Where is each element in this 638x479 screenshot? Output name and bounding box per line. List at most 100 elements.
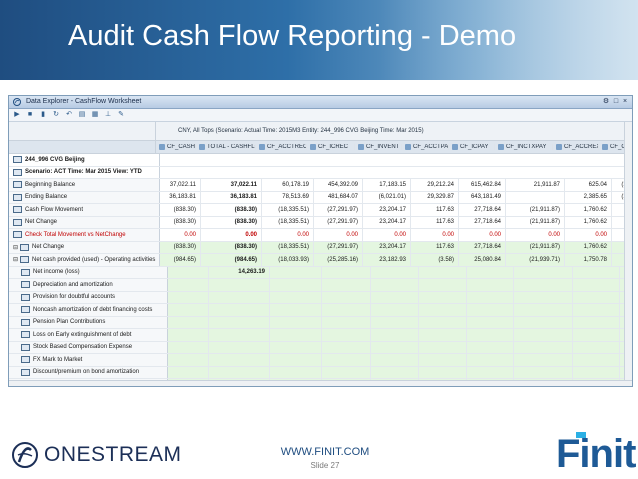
row-header[interactable]: Pension Plan Contributions [9,316,168,328]
row-header[interactable]: Net income (loss) [9,266,168,278]
data-cell[interactable] [371,304,419,316]
edit-icon[interactable]: ✎ [117,111,125,119]
data-cell[interactable]: 36,183.81 [201,191,262,203]
data-cell[interactable] [270,279,322,291]
data-cell[interactable]: (21,911.87) [506,204,565,216]
data-cell[interactable] [506,191,565,203]
data-cell[interactable]: (838.30) [160,216,201,228]
delete-icon[interactable]: ▮ [39,111,47,119]
run-icon[interactable]: ▶ [13,111,21,119]
data-cell[interactable]: (21,911.87) [506,216,565,228]
data-cell[interactable] [371,316,419,328]
row-header[interactable]: 244_996 CVG Beijing [9,154,160,166]
data-cell[interactable] [419,266,467,278]
data-cell[interactable] [322,354,371,366]
data-cell[interactable] [168,316,209,328]
settings-icon[interactable]: ⚙ [602,98,610,105]
data-cell[interactable] [514,341,573,353]
data-cell[interactable]: (838.30) [201,216,262,228]
data-cell[interactable]: 23,204.17 [363,241,411,253]
data-cell[interactable] [514,291,573,303]
data-cell[interactable]: 0.00 [201,229,262,241]
data-cell[interactable] [168,279,209,291]
data-cell[interactable]: 625.04 [565,179,612,191]
data-cell[interactable] [573,304,620,316]
data-cell[interactable] [467,304,514,316]
data-cell[interactable]: (25,285.16) [314,254,363,266]
data-cell[interactable] [322,291,371,303]
data-cell[interactable]: 643,181.49 [459,191,506,203]
data-cell[interactable]: 36,183.81 [160,191,201,203]
data-cell[interactable] [270,354,322,366]
data-cell[interactable]: 0.00 [565,229,612,241]
data-cell[interactable] [322,316,371,328]
data-cell[interactable]: (984.65) [201,254,262,266]
data-cell[interactable] [322,341,371,353]
data-cell[interactable]: 615,462.84 [459,179,506,191]
data-cell[interactable] [419,354,467,366]
data-cell[interactable] [467,341,514,353]
data-cell[interactable] [168,291,209,303]
data-cell[interactable]: 27,718.64 [459,216,506,228]
collapse-icon[interactable]: ⊟ [13,244,18,251]
data-cell[interactable] [573,279,620,291]
data-cell[interactable] [514,266,573,278]
data-cell[interactable] [209,329,270,341]
data-cell[interactable] [573,316,620,328]
data-cell[interactable]: (21,911.87) [506,241,565,253]
data-cell[interactable]: 17,183.15 [363,179,411,191]
data-cell[interactable] [573,266,620,278]
data-cell[interactable]: 0.00 [506,229,565,241]
data-cell[interactable] [514,279,573,291]
row-header[interactable]: Provision for doubtful accounts [9,291,168,303]
export-icon[interactable]: ▤ [78,111,86,119]
data-cell[interactable]: 37,022.11 [160,179,201,191]
data-cell[interactable]: (21,939.71) [506,254,565,266]
data-cell[interactable]: 0.00 [411,229,459,241]
row-header[interactable]: Loss on Early extinguishment of debt [9,329,168,341]
data-cell[interactable]: 60,178.19 [262,179,314,191]
data-cell[interactable]: 23,204.17 [363,216,411,228]
data-cell[interactable]: (3.58) [411,254,459,266]
data-cell[interactable] [270,341,322,353]
data-cell[interactable]: 2,385.65 [565,191,612,203]
data-cell[interactable] [514,316,573,328]
data-cell[interactable] [270,329,322,341]
row-header[interactable]: Beginning Balance [9,179,160,191]
data-cell[interactable] [514,304,573,316]
data-cell[interactable]: 0.00 [160,229,201,241]
data-cell[interactable] [270,316,322,328]
data-cell[interactable] [467,266,514,278]
data-cell[interactable] [419,279,467,291]
column-header[interactable]: TOTAL - CASHFLOW [196,144,256,150]
data-cell[interactable]: (6,021.01) [363,191,411,203]
data-cell[interactable]: 37,022.11 [201,179,262,191]
data-cell[interactable] [270,366,322,378]
data-cell[interactable]: 27,718.64 [459,241,506,253]
data-cell[interactable] [419,366,467,378]
data-cell[interactable] [467,366,514,378]
data-cell[interactable]: 0.00 [314,229,363,241]
data-cell[interactable] [209,354,270,366]
data-cell[interactable] [467,329,514,341]
data-cell[interactable]: (18,033.93) [262,254,314,266]
data-cell[interactable]: 117.63 [411,216,459,228]
data-cell[interactable] [514,366,573,378]
data-cell[interactable]: (27,291.97) [314,216,363,228]
data-cell[interactable] [209,366,270,378]
data-cell[interactable] [270,291,322,303]
horizontal-scrollbar[interactable] [9,380,632,386]
collapse-icon[interactable]: ⊟ [13,256,18,263]
data-cell[interactable]: 0.00 [363,229,411,241]
row-header[interactable]: Noncash amortization of debt financing c… [9,304,168,316]
data-cell[interactable]: 0.00 [459,229,506,241]
column-header[interactable]: CF_OTHI [599,144,626,150]
data-cell[interactable] [322,266,371,278]
data-cell[interactable] [467,354,514,366]
data-cell[interactable]: (984.65) [160,254,201,266]
row-header[interactable]: Check Total Movement vs NetChange [9,229,160,241]
row-header[interactable]: Discount/premium on bond amortization [9,366,168,378]
data-cell[interactable]: 117.63 [411,241,459,253]
footer-url[interactable]: WWW.FINIT.COM [270,446,380,458]
data-cell[interactable] [209,291,270,303]
